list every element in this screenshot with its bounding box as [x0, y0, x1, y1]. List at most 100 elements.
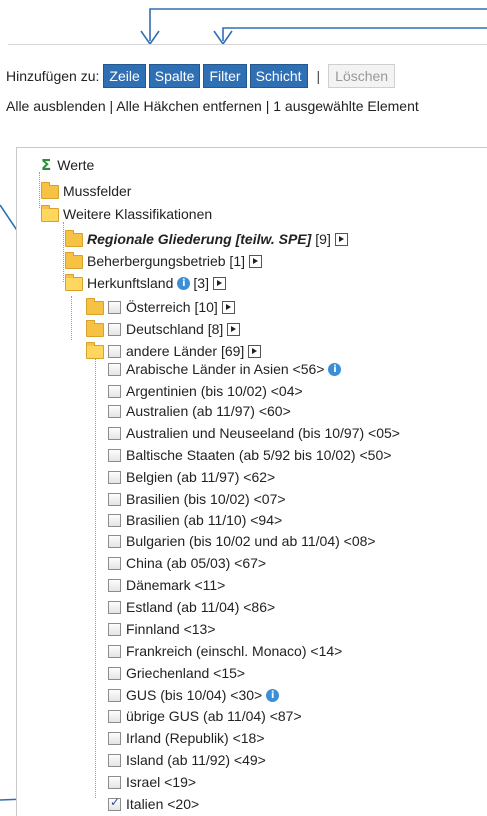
checkbox[interactable]	[108, 578, 121, 592]
tree-guide	[39, 172, 40, 208]
info-icon[interactable]: i	[177, 276, 191, 290]
checkbox[interactable]	[108, 731, 121, 745]
add-row-button[interactable]: Zeile	[103, 64, 146, 88]
checkbox[interactable]	[108, 666, 121, 680]
checkbox[interactable]	[108, 384, 121, 398]
country-row[interactable]: Dänemark <11>	[108, 576, 225, 594]
checkbox[interactable]	[108, 556, 121, 570]
checkbox[interactable]	[108, 492, 121, 506]
country-row[interactable]: Island (ab 11/92) <49>	[108, 751, 266, 769]
country-label: Finnland <13>	[126, 621, 216, 637]
folder-open-icon	[41, 205, 59, 222]
sigma-icon: Σ	[41, 156, 52, 174]
tree-node-label: Regionale Gliederung [teilw. SPE]	[87, 231, 312, 247]
tree-node-beherbergungsbetrieb[interactable]: Beherbergungsbetrieb [1]	[65, 252, 262, 270]
tree-node-werte[interactable]: Σ Werte	[41, 156, 94, 174]
country-label: Israel <19>	[126, 774, 197, 790]
checkbox[interactable]	[108, 688, 121, 702]
add-filter-button[interactable]: Filter	[203, 64, 247, 88]
checkbox[interactable]	[108, 404, 121, 418]
add-column-button[interactable]: Spalte	[148, 64, 201, 88]
tree-node-label: Werte	[57, 157, 95, 173]
toolbar-separator: |	[316, 68, 321, 84]
tree-node-label: Deutschland [8]	[126, 321, 224, 337]
tree-node-oesterreich[interactable]: Österreich [10]	[86, 298, 235, 316]
country-label: Irland (Republik) <18>	[126, 730, 265, 746]
checkbox[interactable]	[108, 775, 121, 789]
add-to-label: Hinzufügen zu:	[6, 68, 100, 84]
expand-arrow-icon[interactable]	[212, 276, 226, 290]
checkbox[interactable]	[108, 448, 121, 462]
checkbox[interactable]	[108, 644, 121, 658]
tree-node-deutschland[interactable]: Deutschland [8]	[86, 320, 241, 338]
delete-button[interactable]: Löschen	[328, 64, 396, 88]
tree-guide	[63, 222, 64, 282]
checkbox[interactable]	[108, 344, 121, 358]
tree-node-label: Beherbergungsbetrieb [1]	[87, 253, 245, 269]
checkbox[interactable]	[108, 600, 121, 614]
tree-node-weitere-klassifikationen[interactable]: Weitere Klassifikationen	[41, 205, 212, 223]
country-row[interactable]: Australien und Neuseeland (bis 10/97) <0…	[108, 424, 400, 442]
country-row[interactable]: Brasilien (bis 10/02) <07>	[108, 490, 286, 508]
add-layer-button[interactable]: Schicht	[249, 64, 308, 88]
checkbox[interactable]	[108, 622, 121, 636]
country-label: Australien (ab 11/97) <60>	[126, 403, 291, 419]
expand-arrow-icon[interactable]	[249, 254, 262, 268]
country-label: Brasilien (ab 11/10) <94>	[126, 512, 283, 528]
separator-line	[8, 44, 487, 45]
country-row[interactable]: Estland (ab 11/04) <86>	[108, 598, 275, 616]
tree-node-count: [9]	[315, 231, 331, 247]
checkbox[interactable]	[108, 513, 121, 527]
country-label: übrige GUS (ab 11/04) <87>	[126, 708, 302, 724]
info-icon[interactable]: i	[328, 362, 342, 376]
country-row[interactable]: Bulgarien (bis 10/02 und ab 11/04) <08>	[108, 532, 376, 550]
country-row[interactable]: GUS (bis 10/04) <30> i	[108, 686, 280, 704]
checkbox[interactable]	[108, 534, 121, 548]
tree-actions-links[interactable]: Alle ausblenden | Alle Häkchen entfernen…	[6, 98, 419, 114]
country-row[interactable]: Irland (Republik) <18>	[108, 729, 265, 747]
country-label: Frankreich (einschl. Monaco) <14>	[126, 643, 343, 659]
tree-guide	[95, 350, 96, 798]
folder-icon	[65, 230, 83, 247]
checkbox[interactable]	[108, 362, 121, 376]
country-row[interactable]: Argentinien (bis 10/02) <04>	[108, 382, 303, 400]
info-icon[interactable]: i	[266, 688, 280, 702]
tree-guide	[71, 296, 72, 340]
tree-scrollbar[interactable]	[478, 150, 487, 815]
country-row[interactable]: Israel <19>	[108, 773, 196, 791]
country-label: Baltische Staaten (ab 5/92 bis 10/02) <5…	[126, 447, 392, 463]
annotation-arrow-spalte	[222, 27, 487, 41]
tree-node-herkunftsland[interactable]: Herkunftsland i [3]	[65, 274, 226, 292]
checkbox[interactable]	[108, 709, 121, 723]
tree-node-label: andere Länder [69]	[126, 343, 245, 359]
tree-node-regionale-gliederung[interactable]: Regionale Gliederung [teilw. SPE] [9]	[65, 230, 348, 248]
country-label: GUS (bis 10/04) <30>	[126, 687, 263, 703]
folder-open-icon	[86, 342, 104, 359]
expand-arrow-icon[interactable]	[334, 232, 348, 246]
country-row[interactable]: Griechenland <15>	[108, 664, 245, 682]
country-row[interactable]: China (ab 05/03) <67>	[108, 554, 266, 572]
country-row[interactable]: Baltische Staaten (ab 5/92 bis 10/02) <5…	[108, 446, 391, 464]
country-row[interactable]: Finnland <13>	[108, 620, 216, 638]
country-row[interactable]: Belgien (ab 11/97) <62>	[108, 468, 275, 486]
tree-node-label: Mussfelder	[63, 183, 132, 199]
checkbox[interactable]	[108, 753, 121, 767]
expand-arrow-icon[interactable]	[227, 322, 241, 336]
country-row[interactable]: übrige GUS (ab 11/04) <87>	[108, 707, 302, 725]
tree-node-mussfelder[interactable]: Mussfelder	[41, 182, 131, 200]
checkbox[interactable]	[108, 322, 121, 336]
country-row-selected[interactable]: Italien <20>	[108, 795, 199, 813]
country-row[interactable]: Frankreich (einschl. Monaco) <14>	[108, 642, 342, 660]
country-row[interactable]: Brasilien (ab 11/10) <94>	[108, 511, 282, 529]
expand-arrow-icon[interactable]	[248, 344, 262, 358]
country-row[interactable]: Arabische Länder in Asien <56> i	[108, 360, 342, 378]
tree-node-andere-laender[interactable]: andere Länder [69]	[86, 342, 262, 360]
folder-icon	[86, 298, 104, 315]
country-label: Argentinien (bis 10/02) <04>	[126, 383, 303, 399]
checkbox[interactable]	[108, 470, 121, 484]
checkbox-checked[interactable]	[108, 795, 121, 811]
expand-arrow-icon[interactable]	[221, 300, 235, 314]
country-row[interactable]: Australien (ab 11/97) <60>	[108, 402, 291, 420]
checkbox[interactable]	[108, 300, 121, 314]
checkbox[interactable]	[108, 426, 121, 440]
